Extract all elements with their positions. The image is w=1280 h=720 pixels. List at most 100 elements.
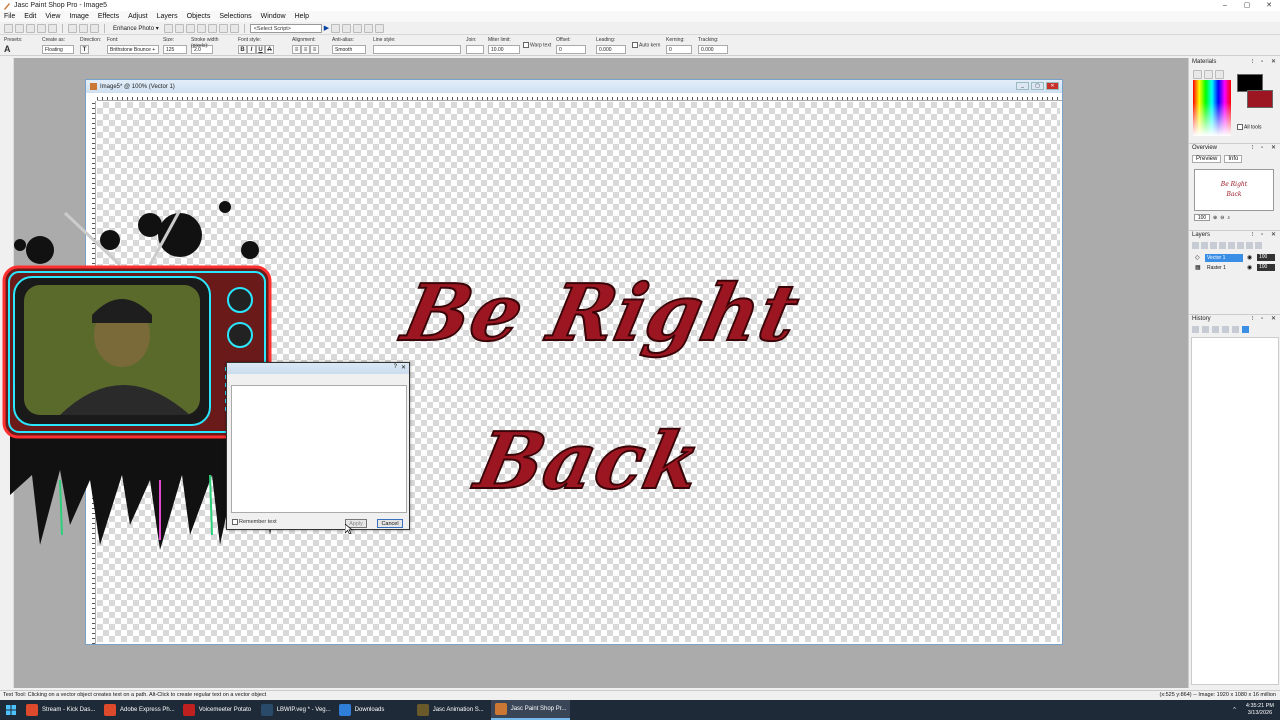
- run-script-icon[interactable]: ▶: [324, 24, 329, 32]
- font-select[interactable]: Brithstone Bounce +: [107, 45, 159, 54]
- taskbar-item-paint-shop-pro[interactable]: Jasc Paint Shop Pr...: [490, 700, 571, 720]
- show-hidden-icons-button[interactable]: ^: [1229, 707, 1240, 713]
- kerning-input[interactable]: 0: [666, 45, 692, 54]
- script-pause-icon[interactable]: [364, 23, 374, 33]
- text-entry-title-bar[interactable]: ? ✕: [227, 363, 409, 374]
- zoom-in-icon[interactable]: ⊕: [1213, 215, 1217, 221]
- canvas-text-back[interactable]: Back: [467, 415, 710, 508]
- image-maximize-button[interactable]: ▢: [1031, 82, 1044, 90]
- cut-icon[interactable]: [163, 23, 173, 33]
- resize-icon[interactable]: [229, 23, 239, 33]
- copy-icon[interactable]: [174, 23, 184, 33]
- align-center-icon[interactable]: ≡: [301, 45, 310, 54]
- undo-icon[interactable]: [79, 23, 88, 33]
- menu-window[interactable]: Window: [261, 13, 286, 20]
- enhance-photo-button[interactable]: Enhance Photo ▾: [110, 25, 162, 32]
- leading-input[interactable]: 0.000: [596, 45, 626, 54]
- save-icon[interactable]: [37, 23, 46, 33]
- new-group-icon[interactable]: [1210, 242, 1217, 249]
- overview-thumbnail[interactable]: Be Right Back: [1194, 169, 1274, 211]
- palette-controls[interactable]: ⁝ ▫ ✕: [1252, 144, 1279, 153]
- italic-button[interactable]: I: [247, 45, 256, 54]
- redo-icon[interactable]: [1202, 326, 1209, 333]
- save-as-icon[interactable]: [48, 23, 57, 33]
- script-edit-icon[interactable]: [331, 23, 341, 33]
- history-list[interactable]: [1191, 337, 1279, 685]
- history-options-icon[interactable]: [1242, 326, 1249, 333]
- underline-button[interactable]: U: [256, 45, 265, 54]
- color-picker-gradient[interactable]: [1193, 80, 1231, 136]
- text-entry-dialog[interactable]: ? ✕ Remember text Apply Cancel: [226, 362, 410, 530]
- join-select[interactable]: [466, 45, 484, 54]
- palette-controls[interactable]: ⁝ ▫ ✕: [1252, 315, 1279, 324]
- miter-limit-input[interactable]: 10.00: [488, 45, 520, 54]
- image-minimize-button[interactable]: _: [1016, 82, 1029, 90]
- redo-icon[interactable]: [90, 23, 99, 33]
- visibility-eye-icon[interactable]: ◉: [1247, 254, 1255, 262]
- close-button[interactable]: ✕: [1258, 0, 1280, 11]
- new-vector-layer-icon[interactable]: [1201, 242, 1208, 249]
- mask-layer-icon[interactable]: [1255, 242, 1262, 249]
- text-tool-preset-icon[interactable]: A: [4, 44, 11, 54]
- undo-selected-icon[interactable]: [1212, 326, 1219, 333]
- zoom-out-icon[interactable]: ⊖: [1220, 215, 1224, 221]
- redo-selected-icon[interactable]: [1222, 326, 1229, 333]
- layer-row-raster-1[interactable]: ▦ Raster 1 ◉ 100: [1193, 264, 1277, 273]
- undo-history-icon[interactable]: [196, 23, 206, 33]
- menu-adjust[interactable]: Adjust: [128, 13, 147, 20]
- taskbar-item-adobe-express[interactable]: Adobe Express Ph...: [100, 700, 179, 720]
- frame-tab-icon[interactable]: [1193, 70, 1202, 79]
- line-style-select[interactable]: [373, 45, 461, 54]
- offset-input[interactable]: 0: [556, 45, 586, 54]
- layer-row-vector-1[interactable]: ◇ Vector 1 ◉ 100: [1193, 254, 1277, 263]
- zoom-level-input[interactable]: 100: [1194, 214, 1210, 221]
- size-select[interactable]: 125: [163, 45, 187, 54]
- tracking-input[interactable]: 0.000: [698, 45, 728, 54]
- dialog-help-icon[interactable]: ?: [394, 364, 397, 370]
- paste-icon[interactable]: [185, 23, 195, 33]
- menu-edit[interactable]: Edit: [24, 13, 36, 20]
- script-stop-icon[interactable]: [375, 23, 385, 33]
- clear-history-icon[interactable]: [1232, 326, 1239, 333]
- menu-objects[interactable]: Objects: [187, 13, 211, 20]
- text-entry-area[interactable]: [231, 385, 407, 513]
- duplicate-layer-icon[interactable]: [1219, 242, 1226, 249]
- new-file-icon[interactable]: [4, 23, 13, 33]
- menu-view[interactable]: View: [45, 13, 60, 20]
- menu-selections[interactable]: Selections: [219, 13, 251, 20]
- layer-opacity[interactable]: 100: [1257, 264, 1275, 271]
- taskbar-item-downloads[interactable]: Downloads: [335, 700, 413, 720]
- auto-kern-checkbox[interactable]: [632, 42, 638, 48]
- taskbar-item-voicemeeter[interactable]: Voicemeeter Potato: [179, 700, 257, 720]
- redo-history-icon[interactable]: [207, 23, 217, 33]
- script-select[interactable]: <Select Script>: [249, 23, 322, 33]
- menu-effects[interactable]: Effects: [98, 13, 119, 20]
- open-file-icon[interactable]: [15, 23, 24, 33]
- direction-select[interactable]: T: [80, 45, 89, 54]
- menu-file[interactable]: File: [4, 13, 15, 20]
- warp-text-checkbox[interactable]: [523, 42, 529, 48]
- taskbar-clock[interactable]: 4:35:21 PM 3/13/2026: [1240, 703, 1280, 717]
- create-as-select[interactable]: Floating: [42, 45, 74, 54]
- menu-layers[interactable]: Layers: [157, 13, 178, 20]
- canvas-text-be-right[interactable]: Be Right: [394, 267, 808, 360]
- script-record-icon[interactable]: [353, 23, 363, 33]
- menu-image[interactable]: Image: [69, 13, 88, 20]
- crop-icon[interactable]: [218, 23, 228, 33]
- zoom-fit-icon[interactable]: ⌕: [1227, 215, 1230, 221]
- link-layer-icon[interactable]: [1246, 242, 1253, 249]
- background-swatch[interactable]: [1247, 90, 1273, 108]
- layer-properties-icon[interactable]: [1237, 242, 1244, 249]
- align-right-icon[interactable]: ≡: [310, 45, 319, 54]
- image-close-button[interactable]: ✕: [1046, 82, 1059, 90]
- taskbar-item-vegas[interactable]: LBWIP.veg * - Veg...: [257, 700, 335, 720]
- new-layer-icon[interactable]: [1192, 242, 1199, 249]
- remember-text-option[interactable]: Remember text: [232, 519, 277, 525]
- delete-layer-icon[interactable]: [1228, 242, 1235, 249]
- minimize-button[interactable]: –: [1214, 0, 1236, 11]
- align-left-icon[interactable]: ≡: [292, 45, 301, 54]
- taskbar-item-kick-stream[interactable]: Stream - Kick Das...: [22, 700, 100, 720]
- tab-preview[interactable]: Preview: [1192, 155, 1222, 163]
- swatches-tab-icon[interactable]: [1215, 70, 1224, 79]
- undo-icon[interactable]: [1192, 326, 1199, 333]
